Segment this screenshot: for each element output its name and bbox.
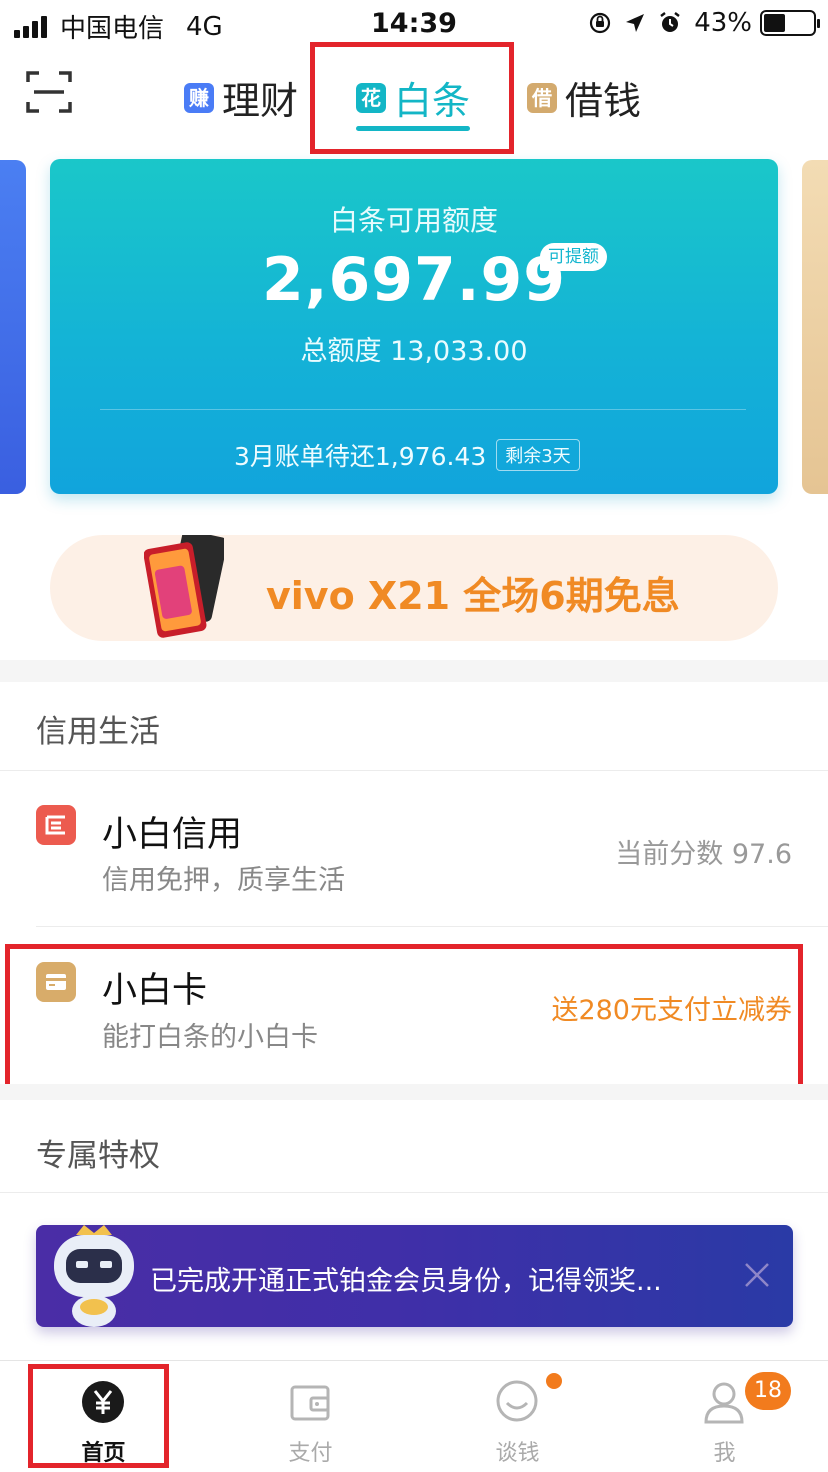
person-icon xyxy=(704,1382,744,1424)
divider xyxy=(0,1192,828,1193)
chat-icon xyxy=(496,1380,538,1422)
card-divider xyxy=(100,409,746,410)
prev-card[interactable] xyxy=(0,160,26,494)
promo-text: vivo X21 全场6期免息 xyxy=(266,574,680,618)
bill-amount: 3月账单待还1,976.43 xyxy=(234,442,487,471)
member-notice-bar[interactable]: 已完成开通正式铂金会员身份，记得领奖... xyxy=(36,1225,793,1327)
borrow-badge-icon: 借 xyxy=(527,82,557,113)
tab-me[interactable]: 18 我 xyxy=(621,1361,828,1472)
bill-row[interactable]: 3月账单待还1,976.43 剩余3天 xyxy=(234,437,580,473)
earn-badge-icon: 赚 xyxy=(184,82,214,113)
scan-icon[interactable] xyxy=(26,70,72,114)
section-title-privileges: 专属特权 xyxy=(36,1138,160,1174)
total-credit: 总额度 13,033.00 xyxy=(300,336,528,367)
days-remaining-tag: 剩余3天 xyxy=(496,439,580,471)
available-credit-amount: 2,697.99 xyxy=(261,245,567,315)
notice-text: 已完成开通正式铂金会员身份，记得领奖... xyxy=(150,1266,662,1297)
highlight-frame-home xyxy=(28,1364,169,1468)
alarm-icon xyxy=(660,12,680,32)
close-icon[interactable] xyxy=(743,1261,771,1289)
wallet-icon xyxy=(290,1385,330,1421)
divider xyxy=(36,926,828,927)
raise-limit-button[interactable]: 可提额 xyxy=(540,243,607,271)
credit-score-icon xyxy=(36,805,76,845)
tab-label: 我 xyxy=(713,1441,736,1466)
notification-count-badge: 18 xyxy=(745,1372,791,1410)
promo-banner[interactable]: vivo X21 全场6期免息 xyxy=(50,535,778,641)
credit-score-value: 当前分数 97.6 xyxy=(615,839,792,870)
tab-pay[interactable]: 支付 xyxy=(207,1361,414,1472)
tab-label: 支付 xyxy=(288,1441,333,1466)
notification-dot xyxy=(546,1373,562,1389)
status-bar: 中国电信 4G 14:39 43% xyxy=(0,0,828,46)
section-gap xyxy=(0,660,828,682)
tab-label: 理财 xyxy=(222,79,299,123)
phone-image-icon xyxy=(144,535,224,638)
highlight-frame-card xyxy=(5,944,803,1092)
divider xyxy=(0,770,828,771)
location-arrow-icon xyxy=(626,14,645,32)
tab-label: 借钱 xyxy=(565,79,642,123)
section-gap xyxy=(0,1084,828,1100)
rotation-lock-icon xyxy=(590,12,611,34)
item-title: 小白信用 xyxy=(102,815,243,855)
tab-licai[interactable]: 赚 理财 xyxy=(184,70,298,125)
tab-label: 谈钱 xyxy=(495,1441,540,1466)
available-credit-label: 白条可用额度 xyxy=(329,204,498,237)
battery-percent: 43% xyxy=(694,8,752,38)
robot-mascot-icon xyxy=(54,1225,134,1327)
item-subtitle: 信用免押，质享生活 xyxy=(102,865,345,896)
credit-limit-card[interactable]: 白条可用额度 2,697.99 可提额 总额度 13,033.00 3月账单待还… xyxy=(50,159,778,494)
battery-icon xyxy=(760,10,820,36)
tab-jieqian[interactable]: 借 借钱 xyxy=(527,70,641,125)
next-card[interactable] xyxy=(802,160,828,494)
tab-talk[interactable]: 谈钱 xyxy=(414,1361,621,1472)
section-title-credit-life: 信用生活 xyxy=(36,714,160,750)
highlight-frame-tab xyxy=(310,42,514,154)
